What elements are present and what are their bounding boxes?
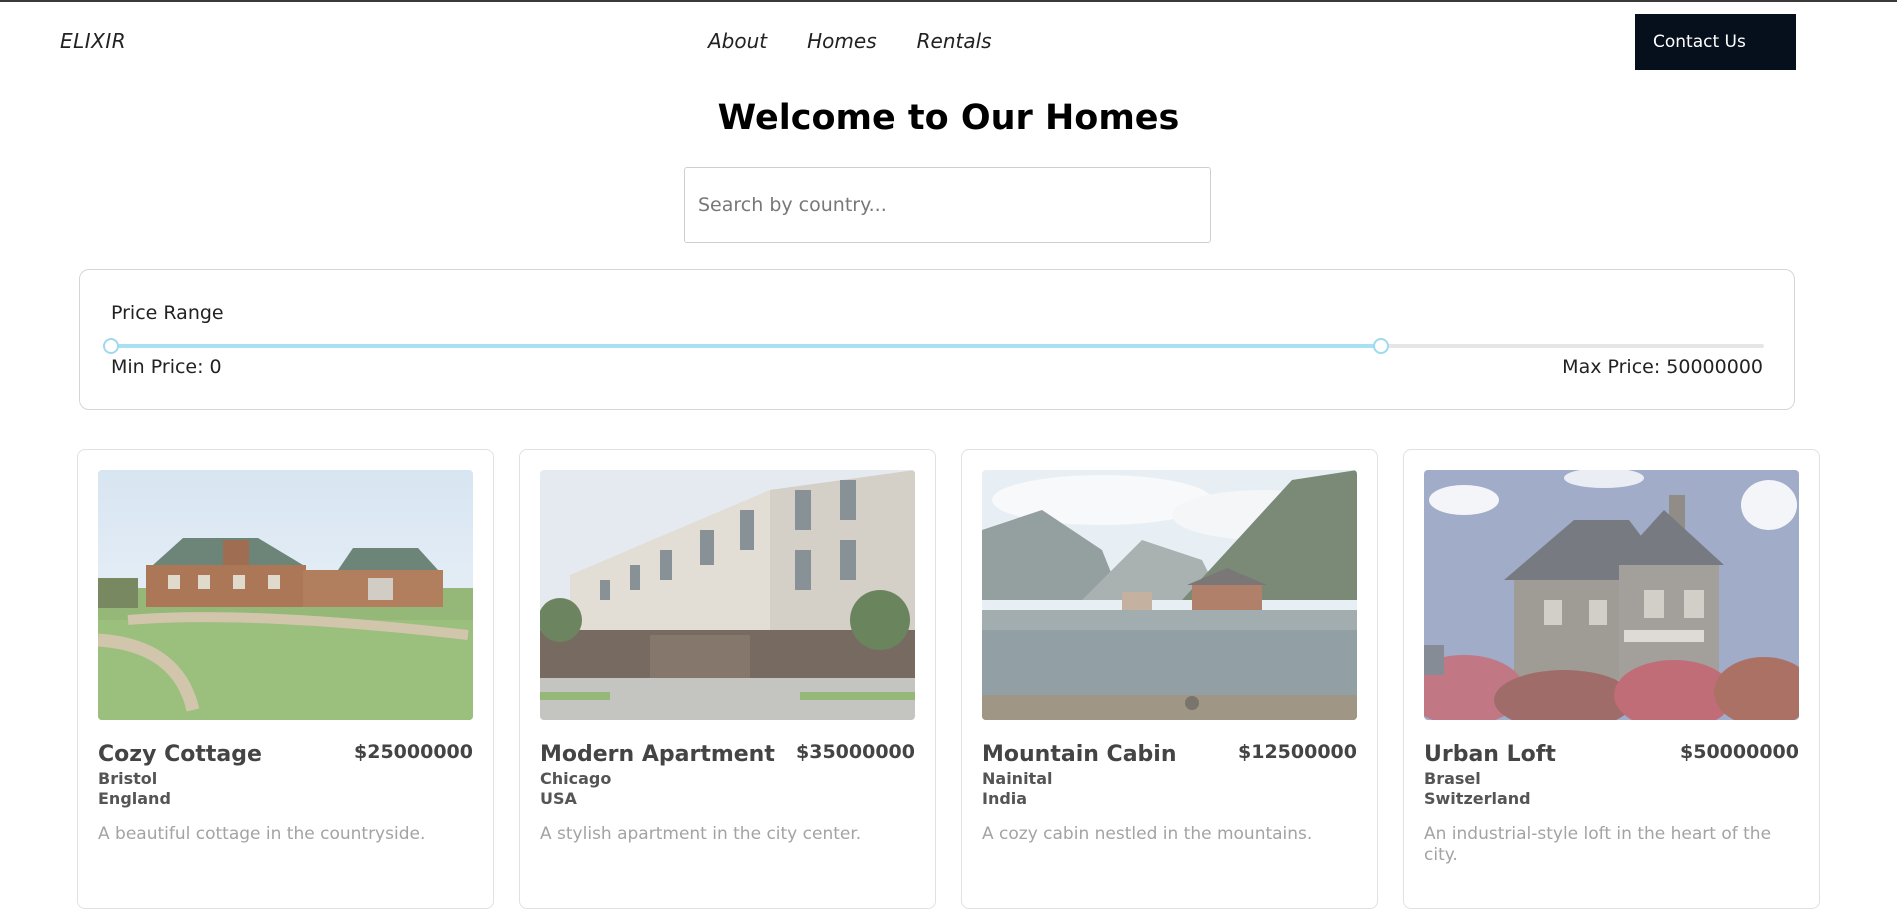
mountain-cabin-image: [982, 470, 1357, 720]
home-card[interactable]: Urban Loft $50000000 Brasel Switzerland …: [1403, 449, 1820, 909]
home-name: Urban Loft: [1424, 742, 1556, 767]
home-country: USA: [540, 789, 577, 808]
nav-link-homes[interactable]: Homes: [807, 29, 876, 53]
home-country: England: [98, 789, 171, 808]
min-price-label: Min Price: 0: [111, 356, 222, 378]
home-city: Brasel: [1424, 769, 1481, 788]
home-description: A cozy cabin nestled in the mountains.: [982, 824, 1313, 844]
home-name: Mountain Cabin: [982, 742, 1177, 767]
home-country: India: [982, 789, 1028, 808]
home-city: Nainital: [982, 769, 1053, 788]
price-range-panel: Price Range Min Price: 0 Max Price: 5000…: [79, 269, 1795, 410]
country-search-input[interactable]: [684, 167, 1211, 243]
home-country: Switzerland: [1424, 789, 1531, 808]
home-city: Chicago: [540, 769, 612, 788]
price-slider-track[interactable]: [103, 338, 1764, 354]
max-price-label: Max Price: 50000000: [1562, 356, 1763, 378]
price-range-label: Price Range: [111, 302, 224, 324]
home-price: $12500000: [1238, 741, 1357, 763]
home-description: A stylish apartment in the city center.: [540, 824, 862, 844]
nav-link-about[interactable]: About: [708, 29, 767, 53]
homes-grid: Cozy Cottage $25000000 Bristol England A…: [77, 449, 1822, 909]
price-slider-min-handle[interactable]: [103, 338, 119, 354]
home-price: $35000000: [796, 741, 915, 763]
log-house-image: [98, 470, 473, 720]
home-card[interactable]: Cozy Cottage $25000000 Bristol England A…: [77, 449, 494, 909]
site-header: ELIXIR About Homes Rentals Contact Us: [0, 2, 1897, 82]
nav-link-rentals[interactable]: Rentals: [917, 29, 992, 53]
home-city: Bristol: [98, 769, 158, 788]
home-price: $50000000: [1680, 741, 1799, 763]
contact-us-button[interactable]: Contact Us: [1635, 14, 1796, 70]
home-description: An industrial-style loft in the heart of…: [1424, 824, 1772, 865]
home-card[interactable]: Modern Apartment $35000000 Chicago USA A…: [519, 449, 936, 909]
home-name: Cozy Cottage: [98, 742, 262, 767]
site-logo[interactable]: ELIXIR: [60, 29, 126, 53]
townhouse-image: [540, 470, 915, 720]
price-slider-fill: [111, 344, 1381, 348]
home-name: Modern Apartment: [540, 742, 775, 767]
main-nav: About Homes Rentals: [708, 29, 992, 53]
stone-mansion-image: [1424, 470, 1799, 720]
home-description: A beautiful cottage in the countryside.: [98, 824, 426, 844]
page-title: Welcome to Our Homes: [717, 98, 1180, 138]
price-slider-max-handle[interactable]: [1372, 338, 1389, 354]
home-card[interactable]: Mountain Cabin $12500000 Nainital India …: [961, 449, 1378, 909]
home-price: $25000000: [354, 741, 473, 763]
